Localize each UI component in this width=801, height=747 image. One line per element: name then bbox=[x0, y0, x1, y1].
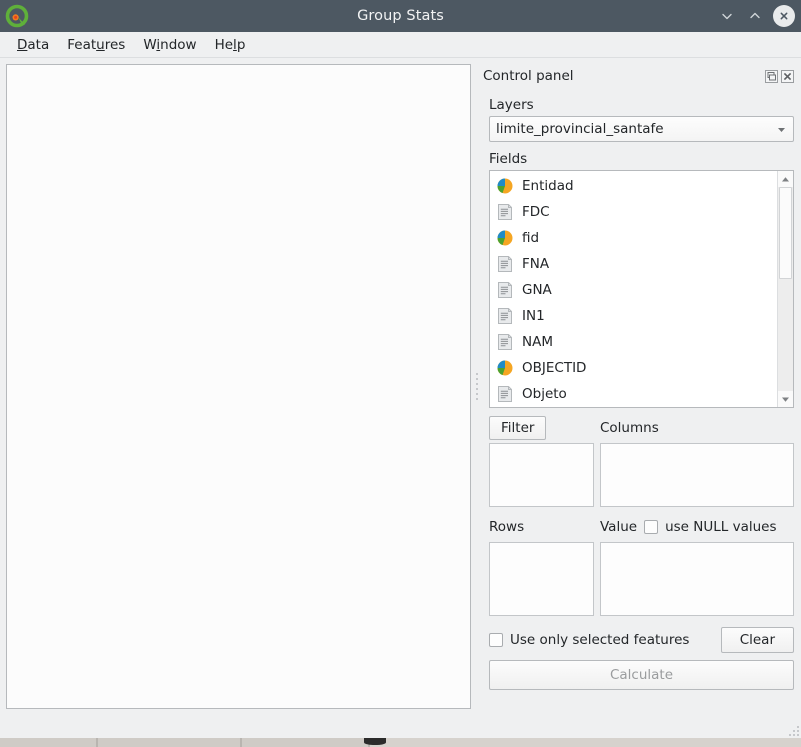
undock-panel-icon[interactable] bbox=[765, 69, 778, 83]
text-field-icon bbox=[498, 282, 512, 298]
use-null-values-label[interactable]: use NULL values bbox=[665, 519, 776, 535]
calculate-button[interactable]: Calculate bbox=[489, 660, 794, 691]
close-icon bbox=[780, 12, 788, 20]
menu-window[interactable]: Window bbox=[134, 34, 205, 56]
rows-value-zones bbox=[489, 542, 794, 616]
text-field-icon bbox=[498, 204, 512, 220]
list-item-label: fid bbox=[522, 230, 540, 246]
value-label: Value bbox=[600, 519, 638, 535]
list-item-label: Objeto bbox=[522, 386, 567, 402]
fields-list[interactable]: Entidad FDC fid FNA GNA IN1 NAM OBJECTID… bbox=[490, 171, 777, 407]
rows-value-labels: Rows Value use NULL values bbox=[489, 516, 794, 538]
list-item-label: FNA bbox=[522, 256, 550, 272]
scroll-down-arrow-icon bbox=[782, 397, 789, 402]
chevron-up-icon bbox=[750, 12, 760, 19]
rows-label-wrap: Rows bbox=[489, 519, 594, 535]
filter-button-wrap: Filter bbox=[489, 415, 594, 441]
control-panel-content: Layers limite_provincial_santafe Fields bbox=[483, 88, 794, 738]
window-body: Control panel Layers limite_provincial_s… bbox=[0, 58, 801, 738]
fields-list-scrollbar[interactable] bbox=[777, 171, 793, 407]
list-item-label: IN1 bbox=[522, 308, 545, 324]
list-item[interactable]: fid bbox=[492, 225, 777, 251]
scroll-down-button[interactable] bbox=[778, 391, 793, 407]
scrollbar-track[interactable] bbox=[778, 187, 793, 391]
fields-label: Fields bbox=[489, 151, 528, 167]
rows-dropzone-wrap bbox=[489, 542, 594, 616]
filter-dropzone[interactable] bbox=[489, 443, 594, 507]
menu-data[interactable]: Data bbox=[8, 34, 58, 56]
rows-label: Rows bbox=[489, 519, 525, 535]
numeric-field-icon bbox=[497, 360, 513, 376]
numeric-field-icon bbox=[497, 230, 513, 246]
text-field-icon bbox=[498, 334, 512, 350]
columns-dropzone-wrap bbox=[600, 443, 794, 507]
menu-features[interactable]: Features bbox=[58, 34, 134, 56]
resize-grip[interactable] bbox=[786, 723, 799, 736]
value-label-wrap: Value use NULL values bbox=[600, 519, 794, 535]
bottom-controls: Use only selected features Clear bbox=[489, 627, 794, 654]
scroll-up-arrow-icon bbox=[782, 176, 789, 181]
text-field-icon bbox=[498, 308, 512, 324]
qgis-logo-icon bbox=[5, 4, 29, 28]
window-controls bbox=[714, 0, 795, 32]
chevron-down-icon bbox=[722, 13, 732, 20]
layer-select[interactable]: limite_provincial_santafe bbox=[489, 116, 794, 142]
scrollbar-thumb[interactable] bbox=[779, 187, 792, 279]
list-item-label: FDC bbox=[522, 204, 550, 220]
group-stats-window: Group Stats Data Features Window Help Co… bbox=[0, 0, 801, 738]
control-panel-title: Control panel bbox=[483, 68, 574, 84]
window-title: Group Stats bbox=[357, 8, 444, 24]
list-item[interactable]: FDC bbox=[492, 199, 777, 225]
list-item[interactable]: NAM bbox=[492, 329, 777, 355]
list-item[interactable]: Entidad bbox=[492, 173, 777, 199]
scroll-up-button[interactable] bbox=[778, 171, 793, 187]
columns-label-wrap: Columns bbox=[600, 420, 794, 436]
menu-bar: Data Features Window Help bbox=[0, 32, 801, 58]
list-item-label: OBJECTID bbox=[522, 360, 587, 376]
backdrop-element bbox=[364, 738, 386, 745]
filter-columns-labels: Filter Columns bbox=[489, 415, 794, 441]
minimize-button[interactable] bbox=[714, 3, 740, 29]
use-only-selected-features-label[interactable]: Use only selected features bbox=[510, 632, 689, 648]
control-panel-buttons bbox=[765, 69, 794, 83]
list-item[interactable]: IN1 bbox=[492, 303, 777, 329]
value-dropzone-wrap bbox=[600, 542, 794, 616]
clear-button[interactable]: Clear bbox=[720, 627, 794, 654]
list-item[interactable]: FNA bbox=[492, 251, 777, 277]
list-item-label: GNA bbox=[522, 282, 552, 298]
panel-splitter[interactable] bbox=[471, 64, 483, 709]
backdrop-strip bbox=[0, 738, 801, 747]
filter-columns-zones bbox=[489, 443, 794, 507]
list-item[interactable]: OBJECTID bbox=[492, 355, 777, 381]
list-item[interactable]: GNA bbox=[492, 277, 777, 303]
control-panel: Control panel Layers limite_provincial_s… bbox=[483, 64, 795, 738]
maximize-button[interactable] bbox=[742, 3, 768, 29]
rows-dropzone[interactable] bbox=[489, 542, 594, 616]
chevron-down-icon bbox=[778, 127, 785, 132]
text-field-icon bbox=[498, 386, 512, 402]
layers-label: Layers bbox=[489, 97, 534, 113]
title-bar: Group Stats bbox=[0, 0, 801, 32]
fields-list-container: Entidad FDC fid FNA GNA IN1 NAM OBJECTID… bbox=[489, 170, 794, 408]
use-null-values-checkbox[interactable] bbox=[644, 520, 659, 534]
numeric-field-icon bbox=[497, 178, 513, 194]
desktop-backdrop bbox=[0, 738, 801, 747]
filter-button[interactable]: Filter bbox=[489, 415, 547, 441]
menu-help[interactable]: Help bbox=[206, 34, 255, 56]
filter-dropzone-wrap bbox=[489, 443, 594, 507]
close-button[interactable] bbox=[773, 5, 795, 27]
columns-dropzone[interactable] bbox=[600, 443, 794, 507]
columns-label: Columns bbox=[600, 420, 659, 436]
value-dropzone[interactable] bbox=[600, 542, 794, 616]
list-item-label: Entidad bbox=[522, 178, 574, 194]
layer-select-value: limite_provincial_santafe bbox=[496, 121, 664, 137]
control-panel-header: Control panel bbox=[483, 64, 794, 88]
list-item[interactable]: Objeto bbox=[492, 381, 777, 407]
text-field-icon bbox=[498, 256, 512, 272]
list-item-label: NAM bbox=[522, 334, 553, 350]
use-only-selected-features-checkbox[interactable] bbox=[489, 633, 503, 648]
splitter-grip bbox=[476, 373, 478, 400]
close-panel-icon[interactable] bbox=[781, 69, 794, 83]
results-table-area[interactable] bbox=[6, 64, 471, 709]
